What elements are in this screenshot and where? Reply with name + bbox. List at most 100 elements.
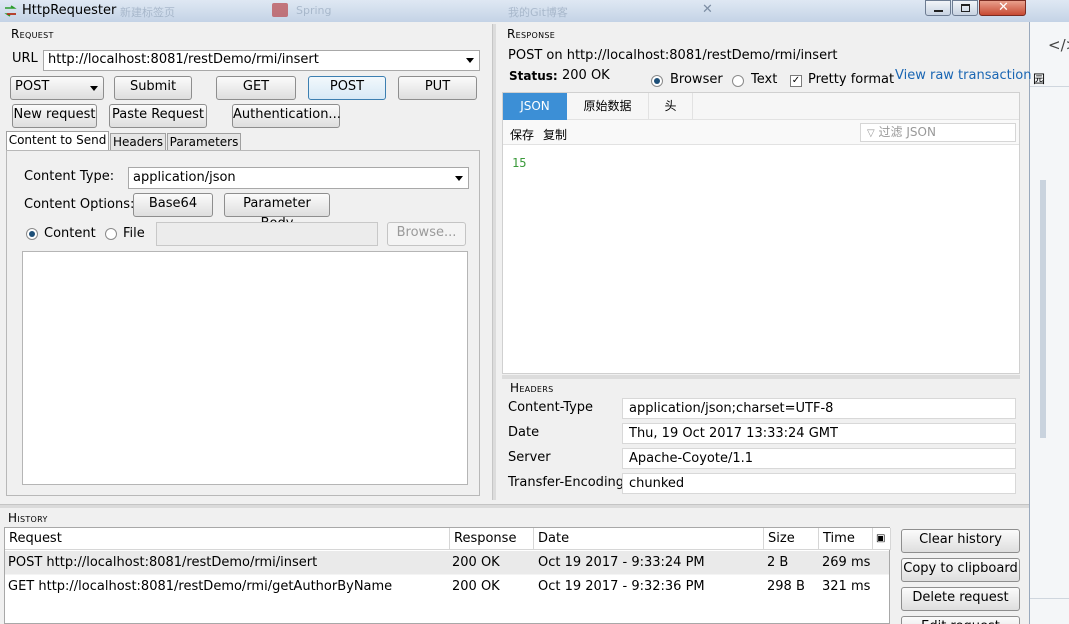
window-title: HttpRequester — [22, 3, 117, 18]
browser-radio-label: Browser — [670, 72, 723, 87]
viewer-tab-json[interactable]: JSON — [503, 93, 567, 120]
close-window-button[interactable]: ✕ — [979, 0, 1026, 16]
header-name: Server — [508, 450, 551, 465]
viewer-tab-raw-data[interactable]: 原始数据 — [567, 93, 649, 120]
json-filter-input[interactable]: ▽ 过滤 JSON — [860, 123, 1016, 142]
clear-history-button[interactable]: Clear history — [901, 529, 1020, 553]
url-label: URL — [12, 51, 38, 66]
response-headers-list: Content-Type application/json;charset=UT… — [501, 396, 1021, 496]
history-response: 200 OK — [452, 579, 500, 594]
history-table: Request Response Date Size Time ▣ POST h… — [4, 527, 891, 624]
horizontal-splitter[interactable] — [0, 504, 1029, 508]
base64-button[interactable]: Base64 — [133, 193, 213, 217]
new-request-button[interactable]: New request — [12, 104, 97, 128]
get-button[interactable]: GET — [216, 76, 296, 100]
tab-headers[interactable]: Headers — [110, 133, 166, 150]
response-viewer: JSON 原始数据 头 保存 复制 ▽ 过滤 JSON 15 — [502, 92, 1020, 374]
method-dropdown-icon — [90, 86, 98, 91]
response-summary: POST on http://localhost:8081/restDemo/r… — [508, 48, 838, 63]
header-value: chunked — [622, 473, 1016, 494]
column-picker-icon[interactable]: ▣ — [873, 528, 891, 550]
vertical-splitter[interactable] — [492, 24, 496, 500]
submit-button[interactable]: Submit — [114, 76, 192, 100]
status-value: 200 OK — [562, 68, 610, 83]
file-path-input — [156, 222, 378, 246]
background-scrollbar — [1040, 180, 1046, 438]
column-header-date[interactable]: Date — [534, 528, 764, 550]
paste-request-button[interactable]: Paste Request — [109, 104, 207, 128]
method-select[interactable]: POST — [10, 76, 104, 100]
response-splitter[interactable] — [502, 375, 1020, 379]
header-name: Date — [508, 425, 540, 440]
app-icon — [4, 5, 17, 17]
history-response: 200 OK — [452, 555, 500, 570]
put-button[interactable]: PUT — [398, 76, 477, 100]
background-tab[interactable] — [272, 3, 288, 17]
viewer-tab-headers[interactable]: 头 — [649, 93, 693, 120]
header-value: Thu, 19 Oct 2017 13:33:24 GMT — [622, 423, 1016, 444]
file-radio[interactable] — [105, 228, 117, 240]
column-header-size[interactable]: Size — [764, 528, 819, 550]
background-divider — [1030, 598, 1069, 599]
filter-icon: ▽ — [867, 128, 875, 139]
status-label: Status: — [509, 69, 558, 83]
close-tab-icon[interactable]: ✕ — [702, 2, 713, 17]
maximize-icon — [961, 4, 970, 12]
background-tab[interactable]: 新建标签页 — [120, 4, 175, 20]
background-tab[interactable]: Spring — [296, 4, 332, 17]
column-header-response[interactable]: Response — [450, 528, 534, 550]
history-time: 269 ms — [822, 555, 871, 570]
file-radio-label: File — [123, 226, 145, 241]
text-radio[interactable] — [732, 75, 744, 87]
table-row[interactable]: GET http://localhost:8081/restDemo/rmi/g… — [5, 575, 889, 599]
history-size: 2 B — [767, 555, 789, 570]
history-section-title: History — [8, 511, 48, 525]
json-number-value: 15 — [512, 156, 527, 170]
content-type-select[interactable]: application/json — [128, 167, 469, 189]
request-body-textarea[interactable] — [22, 251, 468, 485]
column-header-request[interactable]: Request — [5, 528, 450, 550]
pretty-format-checkbox[interactable]: ✓ — [790, 75, 802, 87]
history-request: GET http://localhost:8081/restDemo/rmi/g… — [8, 579, 393, 594]
content-radio-label: Content — [44, 226, 96, 241]
maximize-button[interactable] — [952, 0, 978, 16]
background-tab[interactable]: 我的Git博客 — [508, 4, 568, 20]
tab-parameters[interactable]: Parameters — [167, 133, 241, 150]
history-time: 321 ms — [822, 579, 871, 594]
header-name: Content-Type — [508, 400, 594, 415]
json-filter-placeholder: 过滤 JSON — [878, 125, 936, 139]
text-radio-label: Text — [751, 72, 778, 87]
url-input[interactable]: http://localhost:8081/restDemo/rmi/inser… — [43, 50, 480, 71]
delete-request-button[interactable]: Delete request — [901, 587, 1020, 611]
tab-content-to-send[interactable]: Content to Send — [6, 131, 109, 150]
background-divider — [1030, 86, 1069, 87]
response-section-title: Response — [507, 27, 556, 41]
url-value: http://localhost:8081/restDemo/rmi/inser… — [48, 52, 319, 67]
column-header-time[interactable]: Time — [819, 528, 873, 550]
history-request: POST http://localhost:8081/restDemo/rmi/… — [8, 555, 318, 570]
url-dropdown-icon[interactable] — [466, 58, 474, 63]
content-type-value: application/json — [133, 170, 236, 185]
code-view-icon[interactable]: </> — [1048, 36, 1069, 54]
table-row[interactable]: POST http://localhost:8081/restDemo/rmi/… — [5, 551, 889, 575]
method-value: POST — [15, 79, 50, 94]
background-text-fragment: 园 — [1033, 72, 1046, 86]
copy-to-clipboard-button[interactable]: Copy to clipboard — [901, 558, 1020, 582]
background-app-strip: </> 园 — [1030, 22, 1069, 624]
authentication-button[interactable]: Authentication... — [232, 104, 341, 128]
content-radio[interactable] — [26, 228, 38, 240]
copy-button[interactable]: 复制 — [543, 126, 567, 143]
post-button[interactable]: POST — [308, 76, 386, 100]
minimize-button[interactable] — [925, 0, 951, 16]
browser-radio[interactable] — [651, 75, 663, 87]
edit-request-button[interactable]: Edit request — [901, 616, 1020, 624]
content-options-label: Content Options: — [24, 197, 135, 212]
view-raw-transaction-link[interactable]: View raw transaction — [895, 68, 1032, 83]
header-value: Apache-Coyote/1.1 — [622, 448, 1016, 469]
header-name: Transfer-Encoding — [508, 475, 625, 490]
header-row: Date Thu, 19 Oct 2017 13:33:24 GMT — [501, 421, 1021, 446]
parameter-body-button[interactable]: Parameter Body — [224, 193, 330, 231]
pretty-format-label: Pretty format — [808, 72, 895, 87]
save-button[interactable]: 保存 — [510, 126, 534, 143]
history-date: Oct 19 2017 - 9:33:24 PM — [538, 555, 705, 570]
